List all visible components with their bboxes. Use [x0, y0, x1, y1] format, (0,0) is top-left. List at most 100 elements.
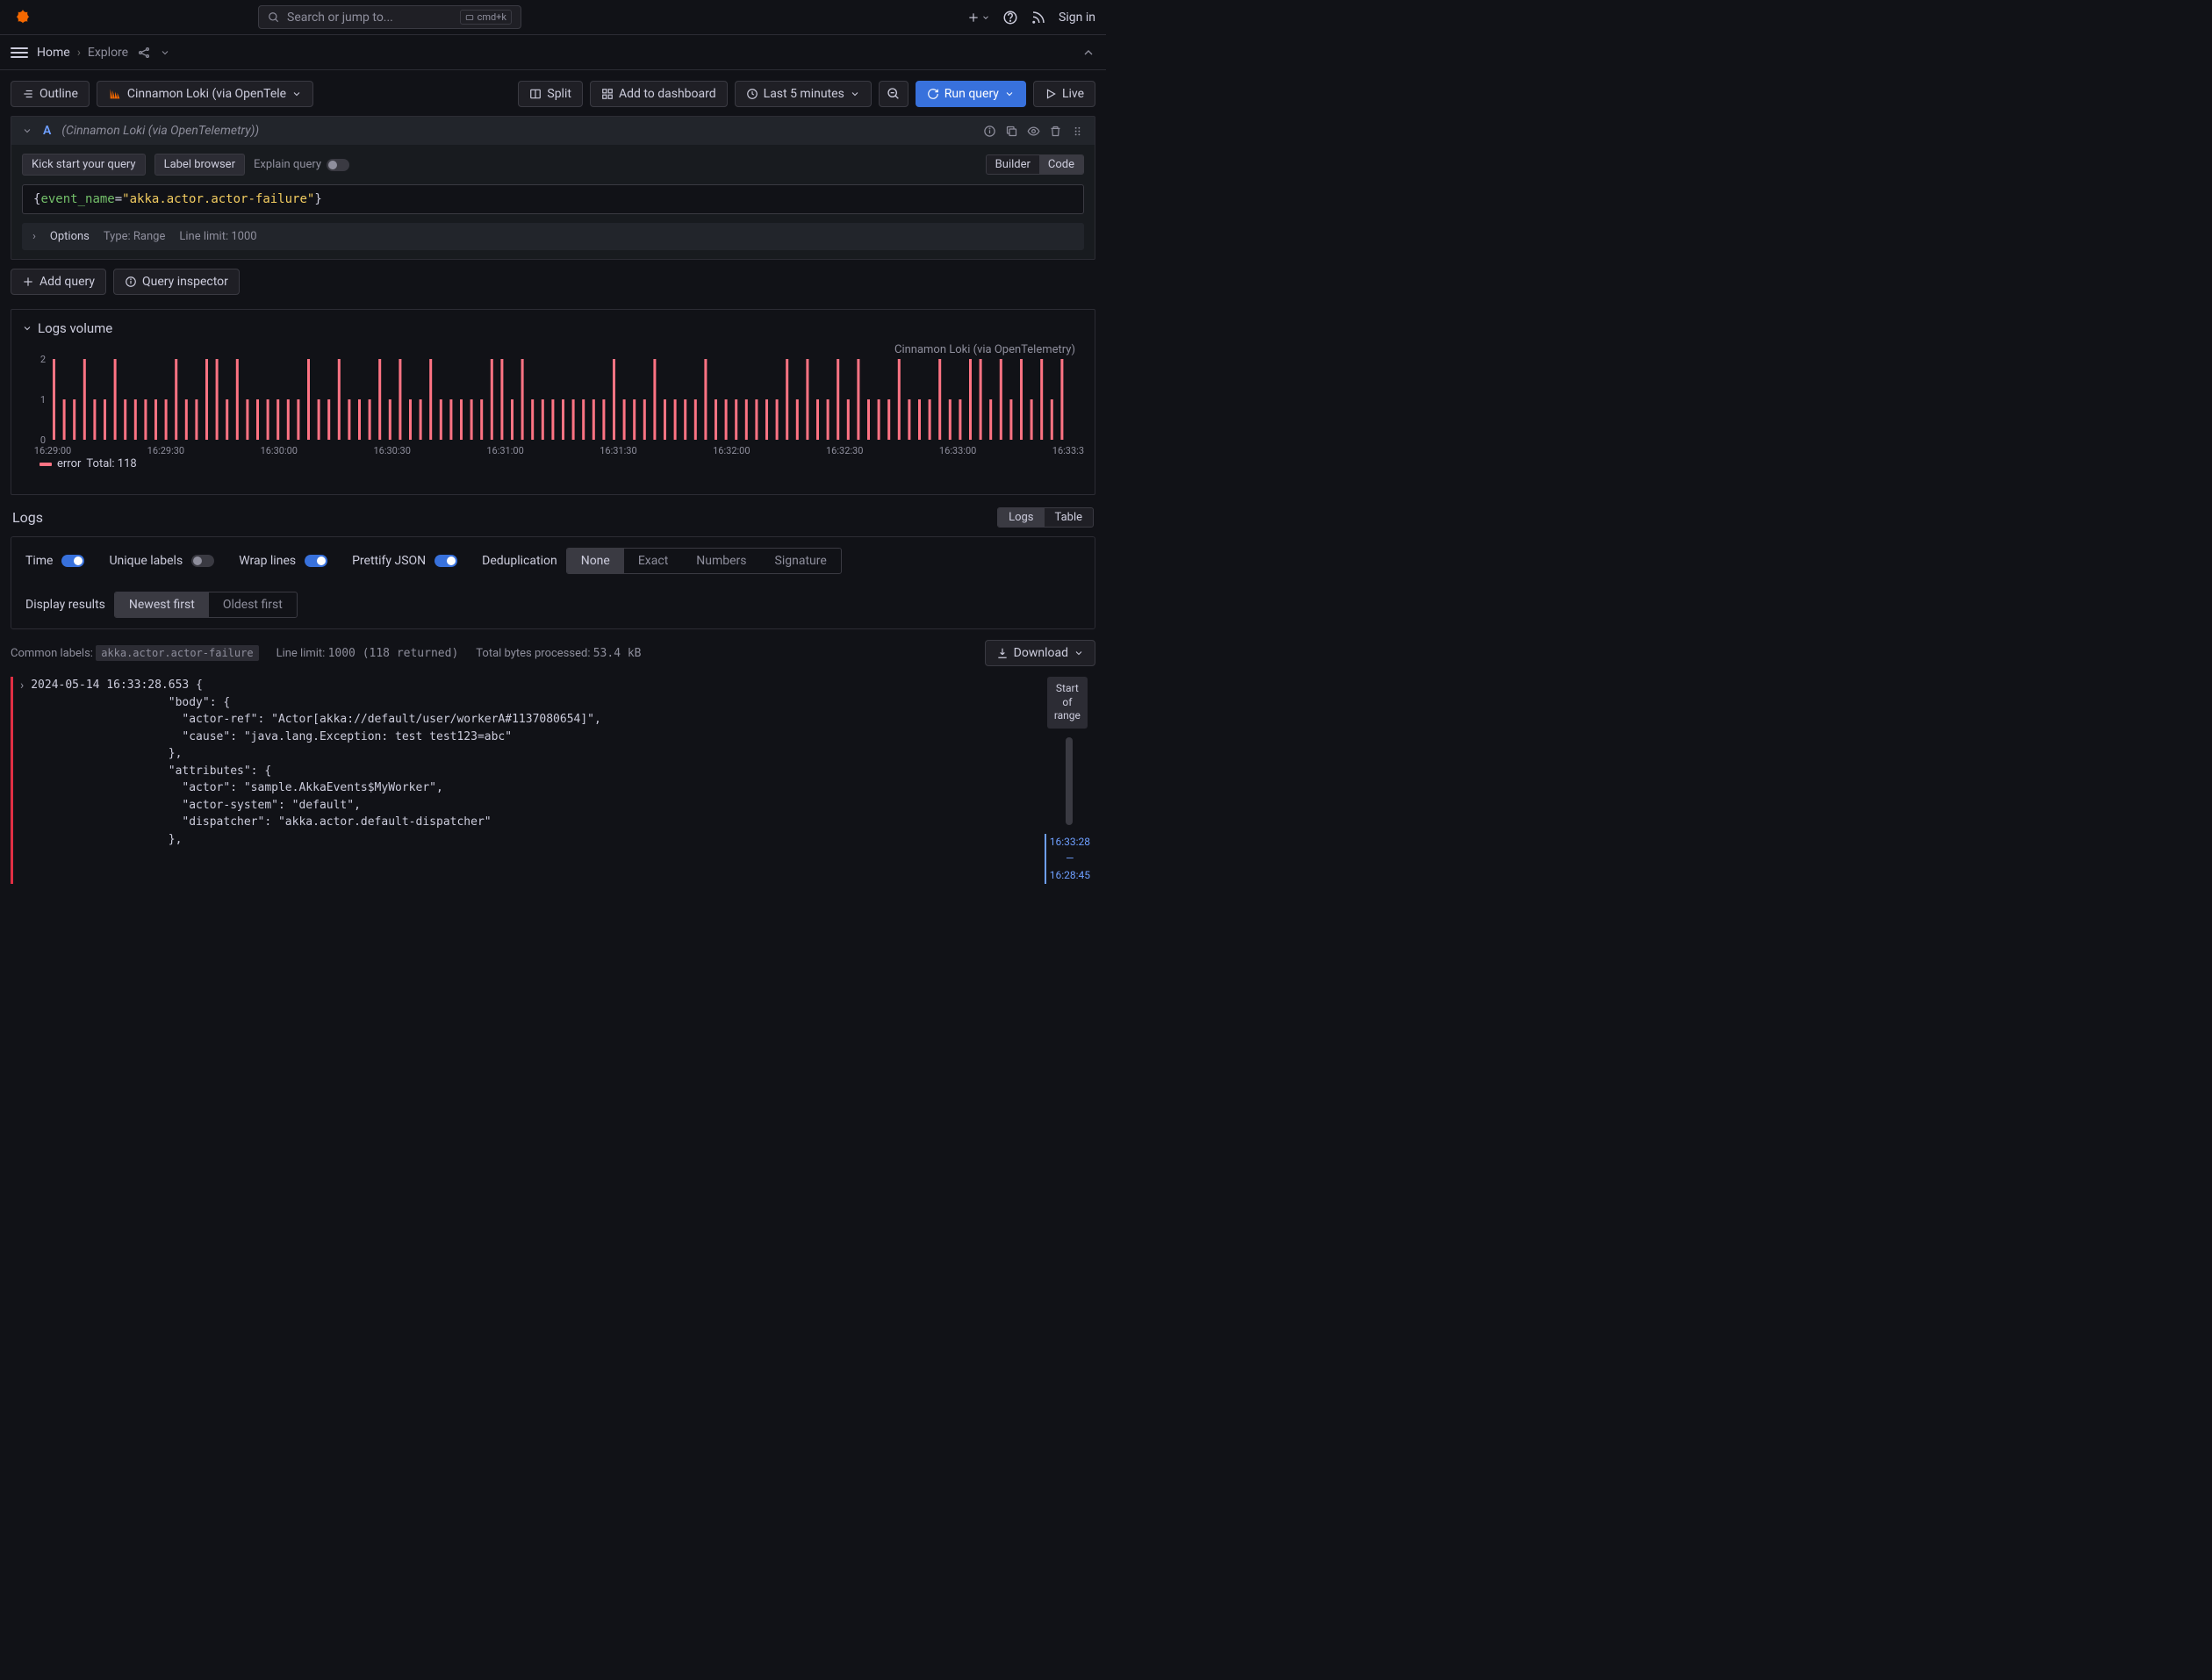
add-menu-button[interactable]: [967, 11, 990, 24]
search-placeholder: Search or jump to...: [287, 11, 393, 25]
newest-first[interactable]: Newest first: [115, 592, 209, 617]
dedup-label: Deduplication: [482, 554, 557, 568]
chevron-right-icon: ›: [77, 46, 81, 60]
query-title: (Cinnamon Loki (via OpenTelemetry)): [61, 124, 259, 138]
log-content: 2024-05-14 16:33:28.653 { "body": { "act…: [31, 677, 601, 884]
run-query-button[interactable]: Run query: [916, 81, 1026, 107]
svg-text:16:33:30: 16:33:30: [1052, 445, 1084, 456]
live-label: Live: [1062, 87, 1084, 101]
chart-datasource-label: Cinnamon Loki (via OpenTelemetry): [894, 343, 1075, 356]
outline-button[interactable]: Outline: [11, 81, 90, 107]
trash-icon[interactable]: [1049, 125, 1062, 138]
expand-log-icon[interactable]: ›: [20, 677, 24, 884]
dedup-none[interactable]: None: [567, 549, 624, 573]
editor-mode-switch: Builder Code: [986, 154, 1084, 175]
wrap-lines-label: Wrap lines: [239, 554, 296, 568]
svg-text:16:32:30: 16:32:30: [826, 445, 863, 456]
query-letter: A: [43, 124, 51, 138]
time-range-picker[interactable]: Last 5 minutes: [735, 81, 872, 107]
dedup-group: None Exact Numbers Signature: [566, 548, 842, 574]
prettify-json-label: Prettify JSON: [352, 554, 426, 568]
add-query-button[interactable]: Add query: [11, 269, 106, 295]
explain-query-label: Explain query: [254, 158, 321, 171]
query-inspector-button[interactable]: Query inspector: [113, 269, 240, 295]
help-icon[interactable]: [1002, 10, 1018, 25]
split-label: Split: [547, 87, 571, 101]
download-label: Download: [1014, 646, 1068, 660]
table-tab[interactable]: Table: [1045, 508, 1093, 527]
log-entry-row: › 2024-05-14 16:33:28.653 { "body": { "a…: [11, 677, 1095, 884]
wrap-lines-toggle[interactable]: [305, 555, 327, 567]
time-toggle[interactable]: [61, 555, 84, 567]
logs-view-tabs: Logs Table: [997, 507, 1094, 528]
time-range-label: Last 5 minutes: [764, 87, 844, 101]
query-code-editor[interactable]: {event_name="akka.actor.actor-failure"}: [22, 184, 1084, 214]
dedup-exact[interactable]: Exact: [624, 549, 682, 573]
scrollbar[interactable]: [1066, 737, 1073, 825]
live-button[interactable]: Live: [1033, 81, 1095, 107]
breadcrumb-home[interactable]: Home: [37, 46, 70, 60]
info-icon[interactable]: [983, 125, 996, 138]
builder-tab[interactable]: Builder: [987, 155, 1039, 174]
menu-toggle-icon[interactable]: [11, 47, 28, 58]
breadcrumb: Home › Explore: [37, 46, 128, 60]
zoom-out-button[interactable]: [879, 81, 908, 107]
eye-icon[interactable]: [1027, 125, 1040, 138]
kick-start-button[interactable]: Kick start your query: [22, 154, 146, 176]
chevron-right-icon: ›: [32, 230, 36, 243]
start-of-range-box: Start of range: [1047, 677, 1088, 729]
code-tab[interactable]: Code: [1039, 155, 1083, 174]
outline-label: Outline: [40, 87, 78, 101]
datasource-select[interactable]: Cinnamon Loki (via OpenTele: [97, 81, 313, 107]
unique-labels-label: Unique labels: [109, 554, 183, 568]
logs-meta: Common labels: akka.actor.actor-failure …: [11, 629, 1095, 677]
grafana-logo-icon[interactable]: [11, 5, 35, 30]
split-button[interactable]: Split: [518, 81, 583, 107]
prettify-json-toggle[interactable]: [434, 555, 457, 567]
oldest-first[interactable]: Oldest first: [209, 592, 297, 617]
time-range-indicator: 16:33:28 — 16:28:45: [1045, 834, 1090, 885]
options-type: Type: Range: [104, 230, 165, 243]
add-query-label: Add query: [40, 275, 95, 289]
logs-volume-section: Logs volume Cinnamon Loki (via OpenTelem…: [11, 309, 1095, 495]
dedup-numbers[interactable]: Numbers: [682, 549, 760, 573]
svg-text:1: 1: [40, 394, 46, 406]
log-level-marker: [11, 677, 13, 884]
svg-text:16:29:30: 16:29:30: [147, 445, 184, 456]
chevron-down-icon[interactable]: [160, 47, 170, 58]
query-options-row[interactable]: › Options Type: Range Line limit: 1000: [22, 223, 1084, 250]
search-shortcut: cmd+k: [460, 10, 512, 25]
global-search-input[interactable]: Search or jump to... cmd+k: [258, 5, 521, 29]
rss-icon[interactable]: [1031, 10, 1046, 25]
logs-tab[interactable]: Logs: [998, 508, 1044, 527]
bytes-value: 53.4 kB: [593, 647, 642, 660]
unique-labels-toggle[interactable]: [191, 555, 214, 567]
chevron-down-icon[interactable]: [22, 126, 32, 136]
svg-text:16:31:00: 16:31:00: [486, 445, 523, 456]
logs-title: Logs: [12, 509, 43, 526]
logs-volume-title[interactable]: Logs volume: [22, 320, 1084, 336]
copy-icon[interactable]: [1005, 125, 1018, 138]
logs-controls: Time Unique labels Wrap lines Prettify J…: [11, 536, 1095, 629]
add-dashboard-label: Add to dashboard: [619, 87, 716, 101]
svg-text:16:33:00: 16:33:00: [939, 445, 976, 456]
dedup-signature[interactable]: Signature: [761, 549, 841, 573]
label-browser-button[interactable]: Label browser: [154, 154, 245, 176]
svg-text:2: 2: [40, 354, 46, 365]
logs-volume-chart: 01216:29:0016:29:3016:30:0016:30:3016:31…: [22, 343, 1084, 457]
datasource-label: Cinnamon Loki (via OpenTele: [127, 87, 286, 101]
common-labels-value: akka.actor.actor-failure: [96, 645, 258, 661]
explain-query-toggle[interactable]: [327, 159, 349, 171]
options-line-limit: Line limit: 1000: [179, 230, 256, 243]
query-panel: A (Cinnamon Loki (via OpenTelemetry)) Ki…: [11, 116, 1095, 260]
add-to-dashboard-button[interactable]: Add to dashboard: [590, 81, 728, 107]
options-label: Options: [50, 230, 90, 243]
svg-text:16:29:00: 16:29:00: [34, 445, 71, 456]
svg-text:16:32:00: 16:32:00: [713, 445, 750, 456]
share-icon[interactable]: [137, 46, 151, 60]
signin-link[interactable]: Sign in: [1059, 11, 1095, 25]
collapse-icon[interactable]: [1081, 46, 1095, 60]
time-label: Time: [25, 554, 53, 568]
download-button[interactable]: Download: [985, 640, 1095, 666]
drag-icon[interactable]: [1071, 125, 1084, 138]
